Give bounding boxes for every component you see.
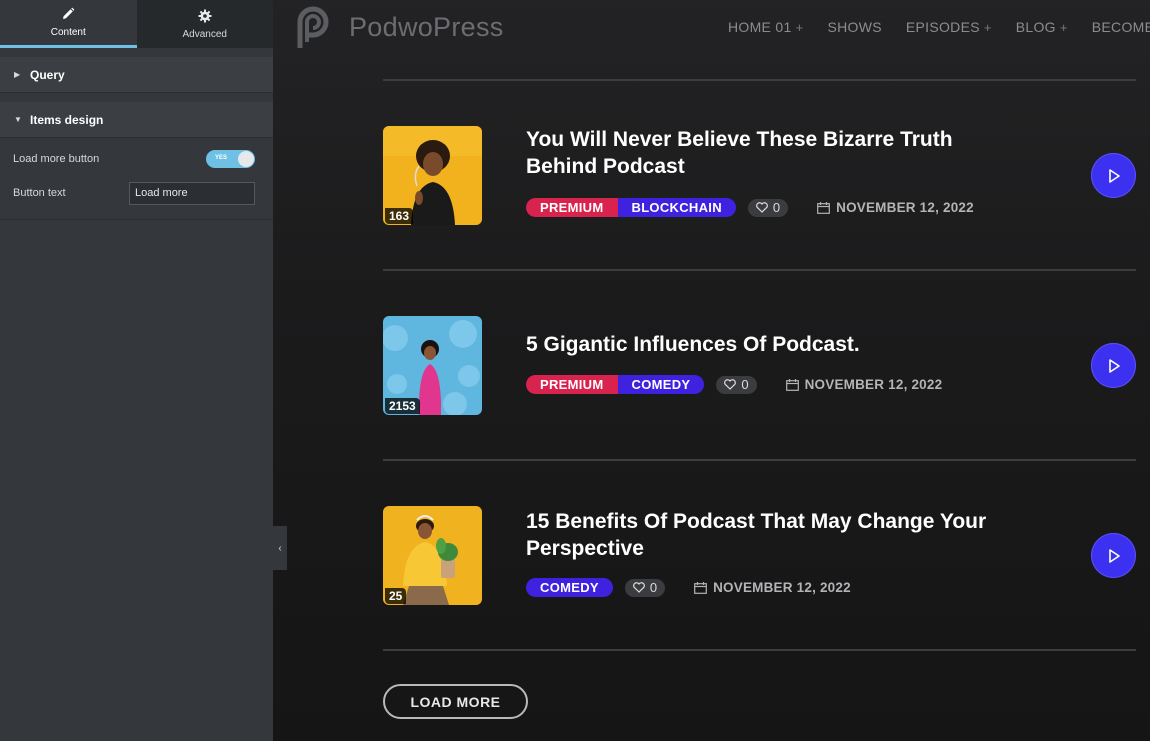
- play-button[interactable]: [1091, 343, 1136, 388]
- logo-text: PodwoPress: [349, 11, 504, 42]
- episode-title[interactable]: You Will Never Believe These Bizarre Tru…: [526, 126, 1006, 180]
- nav-item-label: BECOME AN AU: [1091, 19, 1150, 35]
- tab-advanced-label: Advanced: [182, 28, 227, 40]
- chevron-left-icon: ‹: [278, 542, 282, 554]
- nav-item-label: HOME 01: [728, 19, 792, 35]
- tag-premium[interactable]: PREMIUM: [526, 198, 618, 217]
- episode-meta: COMEDY 0 NOVEMBER 12, 2022: [526, 578, 851, 597]
- tag-premium[interactable]: PREMIUM: [526, 375, 618, 394]
- play-count: 25: [385, 588, 407, 604]
- section-items-design[interactable]: ▼ Items design: [0, 102, 273, 138]
- nav-item-become-author[interactable]: BECOME AN AU: [1092, 19, 1150, 35]
- divider: [383, 269, 1136, 271]
- episode-date: NOVEMBER 12, 2022: [785, 377, 943, 392]
- episode-date: NOVEMBER 12, 2022: [694, 580, 851, 595]
- plus-icon: +: [795, 19, 804, 35]
- like-count: 0: [772, 200, 781, 215]
- section-query-label: Query: [30, 67, 65, 82]
- caret-right-icon: ▶: [14, 70, 21, 79]
- toggle-yes-text: YES: [215, 155, 228, 161]
- logo-p-icon: [297, 6, 329, 48]
- episode-thumbnail[interactable]: 25: [383, 506, 482, 605]
- section-query[interactable]: ▶ Query: [0, 57, 273, 93]
- heart-icon: [632, 582, 645, 593]
- section-items-design-label: Items design: [30, 112, 104, 127]
- site-logo[interactable]: PodwoPress: [295, 4, 504, 50]
- episode-thumbnail[interactable]: 163: [383, 126, 482, 225]
- episode-meta: PREMIUM COMEDY 0 NOVEMBER 12, 2022: [526, 375, 942, 394]
- play-button[interactable]: [1091, 153, 1136, 198]
- like-button[interactable]: 0: [747, 198, 789, 217]
- main-nav: HOME 01 + SHOWS EPISODES + BLOG + BECOME…: [728, 19, 1150, 35]
- nav-item-label: SHOWS: [827, 19, 882, 35]
- tab-advanced[interactable]: Advanced: [137, 0, 274, 48]
- episode-title[interactable]: 15 Benefits Of Podcast That May Change Y…: [526, 508, 1006, 562]
- calendar-icon: [694, 581, 707, 594]
- nav-item-label: BLOG: [1015, 19, 1056, 35]
- panel-tabs: Content Advanced: [0, 0, 273, 48]
- episode-title[interactable]: 5 Gigantic Influences Of Podcast.: [526, 331, 1006, 358]
- play-count: 163: [385, 208, 414, 224]
- episode-tags: COMEDY: [526, 578, 613, 597]
- control-button-text: Button text: [0, 176, 273, 210]
- nav-item-label: EPISODES: [905, 19, 980, 35]
- divider: [383, 459, 1136, 461]
- date-text: NOVEMBER 12, 2022: [804, 377, 943, 392]
- like-button[interactable]: 0: [624, 578, 666, 597]
- plus-icon: +: [1059, 19, 1068, 35]
- episode-tags: PREMIUM COMEDY: [526, 375, 705, 394]
- nav-item-episodes[interactable]: EPISODES +: [906, 19, 992, 35]
- like-button[interactable]: 0: [716, 375, 757, 394]
- date-text: NOVEMBER 12, 2022: [836, 200, 974, 215]
- play-icon: [1108, 548, 1120, 563]
- load-more-toggle[interactable]: YES: [206, 150, 255, 168]
- calendar-icon: [785, 378, 799, 391]
- button-text-input[interactable]: [129, 181, 255, 205]
- episode-item: 2153 5 Gigantic Influences Of Podcast. P…: [383, 316, 1136, 416]
- episode-thumbnail[interactable]: 2153: [383, 316, 482, 415]
- site-preview: PodwoPress HOME 01 + SHOWS EPISODES + BL…: [273, 0, 1150, 741]
- panel-collapse-handle[interactable]: ‹: [273, 526, 287, 570]
- play-icon: [1108, 168, 1120, 183]
- gear-icon: [198, 9, 212, 22]
- heart-icon: [756, 202, 768, 213]
- date-text: NOVEMBER 12, 2022: [713, 580, 851, 595]
- episode-tags: PREMIUM BLOCKCHAIN: [526, 198, 736, 217]
- like-count: 0: [741, 377, 749, 392]
- play-button[interactable]: [1091, 533, 1136, 578]
- load-more-button-label: Load more button: [13, 153, 100, 165]
- tab-content-label: Content: [50, 27, 86, 38]
- calendar-icon: [817, 201, 831, 214]
- heart-icon: [724, 379, 737, 390]
- episode-item: 163 You Will Never Believe These Bizarre…: [383, 126, 1136, 226]
- episode-date: NOVEMBER 12, 2022: [817, 200, 974, 215]
- episode-meta: PREMIUM BLOCKCHAIN 0 NOVEMBER 12, 2022: [526, 198, 974, 217]
- load-more-button[interactable]: LOAD MORE: [383, 684, 528, 719]
- editor-panel: Content Advanced ▶ Query ▼ Items design …: [0, 0, 273, 741]
- nav-item-blog[interactable]: BLOG +: [1016, 19, 1068, 35]
- toggle-knob: [238, 151, 254, 167]
- like-count: 0: [649, 580, 658, 595]
- episode-item: 25 15 Benefits Of Podcast That May Chang…: [383, 506, 1136, 606]
- play-icon: [1108, 358, 1120, 373]
- play-count: 2153: [385, 398, 420, 414]
- divider: [383, 649, 1136, 651]
- nav-item-home[interactable]: HOME 01 +: [728, 19, 803, 35]
- control-load-more-button: Load more button YES: [0, 142, 273, 176]
- button-text-label: Button text: [13, 187, 66, 199]
- divider: [383, 79, 1136, 81]
- pencil-icon: [63, 7, 75, 19]
- tag-category[interactable]: BLOCKCHAIN: [617, 198, 736, 217]
- tab-content[interactable]: Content: [0, 0, 137, 48]
- nav-item-shows[interactable]: SHOWS: [827, 19, 881, 35]
- tag-category[interactable]: COMEDY: [617, 375, 705, 394]
- caret-down-icon: ▼: [14, 115, 22, 124]
- plus-icon: +: [983, 19, 992, 35]
- tag-category[interactable]: COMEDY: [526, 578, 613, 597]
